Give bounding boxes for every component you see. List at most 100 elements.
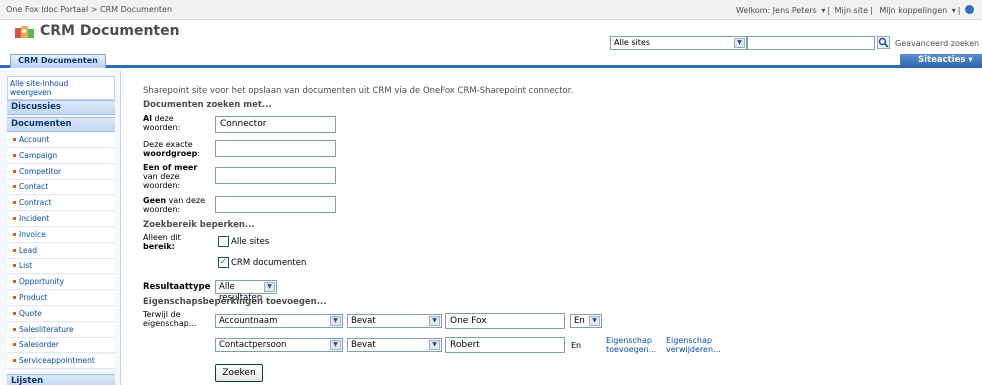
sidebar-item-label: Campaign xyxy=(19,150,58,160)
sidebar-item-documenten[interactable]: Documenten xyxy=(7,117,115,132)
bullet-icon xyxy=(13,138,16,141)
operator-value-1: Bevat xyxy=(351,316,376,326)
search-icon xyxy=(878,37,889,48)
sidebar-item-label: Product xyxy=(19,293,48,302)
property-value-text-2: Robert xyxy=(450,340,480,350)
any-words-label: Een of meer van deze woorden: xyxy=(143,163,198,190)
bullet-icon xyxy=(13,264,16,268)
property-restrictions-header: Eigenschapsbeperkingen toevoegen... xyxy=(143,297,327,307)
site-actions-label: Siteacties xyxy=(918,55,966,65)
site-title[interactable]: CRM Documenten xyxy=(40,23,180,39)
operator-select-2[interactable]: Bevat ▼ xyxy=(347,338,442,352)
sidebar-item-list[interactable]: List xyxy=(7,259,115,275)
remove-property-link[interactable]: Eigenschap verwijderen... xyxy=(666,336,736,354)
sidebar-item-serviceappointment[interactable]: Serviceappointment xyxy=(7,354,115,370)
site-actions-menu[interactable]: Siteacties ▾ xyxy=(900,54,982,68)
welcome-menu[interactable]: Welkom: Jens Peters ▾ xyxy=(734,6,825,15)
property-select-1[interactable]: Accountnaam ▼ xyxy=(215,314,343,328)
sidebar-item-label: Invoice xyxy=(19,229,46,239)
view-all-content-link[interactable]: Alle site-inhoud weergeven xyxy=(7,76,115,100)
sidebar-item-account[interactable]: Account xyxy=(7,133,115,148)
sidebar-item-contract[interactable]: Contract xyxy=(7,196,115,212)
bullet-icon xyxy=(13,311,16,315)
bullet-icon xyxy=(13,185,16,189)
find-documents-header: Documenten zoeken met... xyxy=(143,100,272,110)
sidebar-item-lead[interactable]: Lead xyxy=(7,243,115,259)
all-words-input[interactable]: Connector xyxy=(215,116,336,133)
all-words-label: Al deze woorden: xyxy=(143,114,181,132)
top-links: Welkom: Jens Peters ▾ | Mijn site | Mijn k… xyxy=(732,5,976,15)
exact-phrase-input[interactable] xyxy=(215,140,336,157)
sidebar-item-lijsten[interactable]: Lijsten xyxy=(7,374,115,385)
property-select-2[interactable]: Contactpersoon ▼ xyxy=(215,338,343,352)
result-type-select[interactable]: Alle resultaten ▼ xyxy=(215,280,277,303)
sidebar-item-campaign[interactable]: Campaign xyxy=(7,148,115,164)
joiner-value-1: En xyxy=(574,316,585,326)
sidebar-item-competitor[interactable]: Competitor xyxy=(7,164,115,180)
chevron-down-icon: ▼ xyxy=(330,316,341,326)
sidebar-item-contact[interactable]: Contact xyxy=(7,180,115,196)
chevron-down-icon: ▼ xyxy=(330,340,341,350)
bullet-icon xyxy=(13,359,16,363)
help-icon[interactable] xyxy=(965,5,974,14)
breadcrumb[interactable]: One Fox Idoc Portaal > CRM Documenten xyxy=(6,5,172,14)
advanced-search-link[interactable]: Geavanceerd zoeken xyxy=(895,39,979,48)
my-site-link[interactable]: Mijn site xyxy=(835,6,868,15)
scope-label: Alleen dit bereik: xyxy=(143,233,181,251)
sidebar-item-label: Salesliterature xyxy=(19,324,74,334)
bullet-icon xyxy=(13,343,16,347)
sidebar-item-label: Account xyxy=(19,135,50,144)
sidebar-item-label: Salesorder xyxy=(19,340,59,350)
sidebar-item-label: Contact xyxy=(19,182,49,192)
tab-crm-documenten[interactable]: CRM Documenten xyxy=(10,54,106,68)
sidebar-item-salesliterature[interactable]: Salesliterature xyxy=(7,322,115,338)
sidebar-item-salesorder[interactable]: Salesorder xyxy=(7,338,115,354)
sidebar-item-label: Lead xyxy=(19,245,38,255)
property-value-input-1[interactable]: One Fox xyxy=(445,313,565,329)
search-scope-value: Alle sites xyxy=(614,38,650,47)
my-links-menu[interactable]: Mijn koppelingen ▾ xyxy=(877,6,955,15)
joiner-label-2: En xyxy=(571,341,582,350)
any-words-input[interactable] xyxy=(215,167,336,184)
bullet-icon xyxy=(13,248,16,252)
sidebar-item-label: Serviceappointment xyxy=(19,356,95,366)
scope-crm-docs-checkbox[interactable]: ✓ xyxy=(218,257,229,268)
bullet-icon xyxy=(13,232,16,236)
bullet-icon xyxy=(13,201,16,205)
sidebar-item-invoice[interactable]: Invoice xyxy=(7,227,115,243)
all-words-value: Connector xyxy=(220,119,267,129)
result-type-label: Resultaattype xyxy=(143,282,211,292)
sidebar-item-quote[interactable]: Quote xyxy=(7,306,115,322)
scope-crm-docs-label: CRM documenten xyxy=(231,258,307,268)
narrow-scope-header: Zoekbereik beperken... xyxy=(143,220,255,230)
chevron-down-icon: ▼ xyxy=(429,340,440,350)
none-words-input[interactable] xyxy=(215,196,336,213)
sidebar-item-discussies[interactable]: Discussies xyxy=(7,100,115,115)
search-button[interactable] xyxy=(877,36,890,49)
chevron-down-icon: ▼ xyxy=(734,38,745,48)
property-value-text-1: One Fox xyxy=(450,316,487,326)
operator-select-1[interactable]: Bevat ▼ xyxy=(347,314,442,328)
property-value-2: Contactpersoon xyxy=(219,340,287,350)
bullet-icon xyxy=(13,217,16,220)
add-property-link[interactable]: Eigenschap toevoegen... xyxy=(606,336,664,354)
sidebar-item-label: Opportunity xyxy=(19,277,65,287)
scope-all-sites-checkbox[interactable] xyxy=(218,236,229,247)
scope-all-sites-label: Alle sites xyxy=(231,237,270,247)
search-input[interactable] xyxy=(747,36,875,50)
bullet-icon xyxy=(13,296,16,299)
search-scope-select[interactable]: Alle sites ▼ xyxy=(610,36,747,50)
site-logo-icon xyxy=(15,26,34,38)
joiner-select-1[interactable]: En ▼ xyxy=(570,314,602,328)
sidebar-item-label: Incident xyxy=(19,214,50,223)
sidebar-item-product[interactable]: Product xyxy=(7,291,115,306)
bullet-icon xyxy=(13,169,16,173)
where-property-label: Terwijl de eigenschap... xyxy=(143,310,197,328)
property-value-input-2[interactable]: Robert xyxy=(445,337,565,353)
chevron-down-icon: ▼ xyxy=(264,282,275,292)
sidebar-item-incident[interactable]: Incident xyxy=(7,212,115,227)
sidebar-item-opportunity[interactable]: Opportunity xyxy=(7,275,115,291)
search-submit-button[interactable]: Zoeken xyxy=(215,364,263,382)
bullet-icon xyxy=(13,280,16,284)
exact-phrase-label: Deze exacte woordgroep: xyxy=(143,140,201,158)
